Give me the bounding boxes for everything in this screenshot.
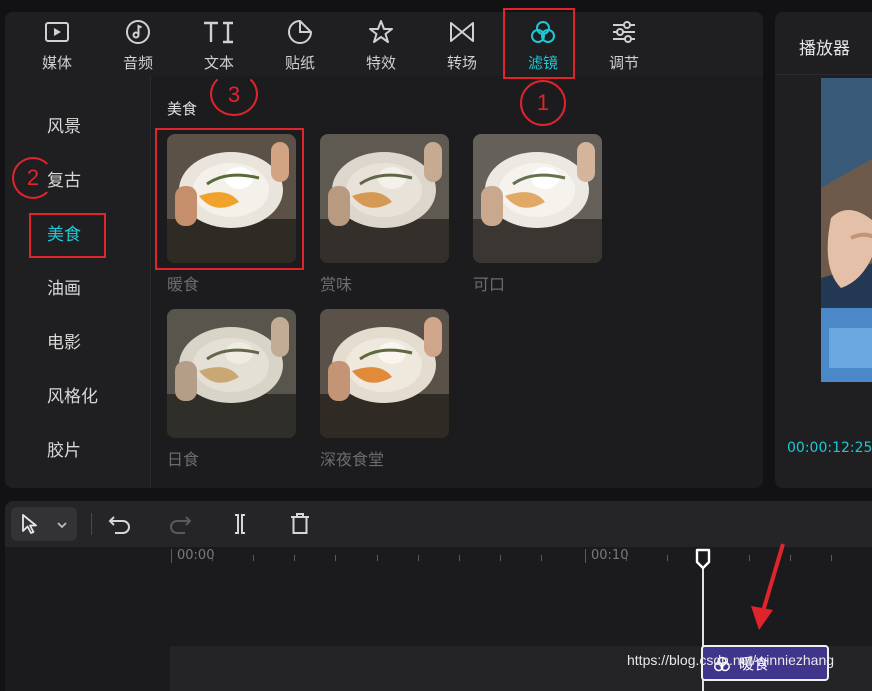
annotation-box-filter (155, 128, 304, 270)
audio-icon (124, 18, 152, 46)
filter-card[interactable]: 日食 (167, 309, 296, 470)
delete-icon[interactable] (285, 509, 315, 539)
tab-label: 特效 (365, 54, 396, 72)
effects-icon (367, 18, 395, 46)
filter-thumbnail (320, 309, 449, 438)
split-icon[interactable] (225, 509, 255, 539)
category-sidebar: 风景 复古 美食 油画 电影 风格化 胶片 (5, 76, 150, 488)
filter-card[interactable]: 深夜食堂 (320, 309, 449, 470)
player-panel: 播放器 00:00:12:25 (775, 12, 872, 488)
tab-media[interactable]: 媒体 (17, 12, 97, 76)
transition-icon (448, 18, 476, 46)
tab-label: 文本 (203, 54, 234, 72)
redo-icon[interactable] (165, 509, 195, 539)
adjust-icon (610, 18, 638, 46)
tab-sticker[interactable]: 贴纸 (260, 12, 340, 76)
filter-name: 暖食 (167, 275, 200, 294)
player-preview[interactable] (821, 78, 872, 382)
category-item[interactable]: 风景 (47, 112, 81, 137)
select-tool-dropdown[interactable] (11, 507, 77, 541)
undo-icon[interactable] (105, 509, 135, 539)
annotation-step-3: 3 (210, 72, 258, 116)
sticker-icon (286, 18, 314, 46)
player-divider (775, 74, 872, 75)
playhead-handle[interactable] (695, 548, 711, 570)
filter-thumbnail (320, 134, 449, 263)
category-item[interactable]: 电影 (47, 328, 81, 353)
tab-label: 音频 (122, 54, 153, 72)
filter-name: 赏味 (320, 275, 353, 294)
annotation-arrow-icon (745, 540, 795, 634)
media-icon (43, 18, 71, 46)
tab-effects[interactable]: 特效 (341, 12, 421, 76)
cursor-icon (19, 513, 41, 535)
tab-label: 转场 (446, 54, 477, 72)
annotation-step-2: 2 (12, 157, 54, 199)
timeline-toolbar (5, 501, 872, 547)
filter-name: 日食 (167, 450, 200, 469)
filter-card[interactable]: 赏味 (320, 134, 449, 295)
filter-thumbnail (167, 309, 296, 438)
tab-label: 媒体 (41, 54, 72, 72)
filter-name: 深夜食堂 (320, 450, 385, 469)
annotation-box-filter-tab (503, 8, 575, 79)
text-icon (204, 18, 233, 46)
annotation-step-1: 1 (520, 80, 566, 126)
annotation-box-category (29, 213, 106, 258)
watermark: https://blog.csdn.net/winniezhang (627, 652, 835, 668)
player-title: 播放器 (799, 39, 850, 59)
section-title: 美食 (167, 100, 198, 118)
tab-transition[interactable]: 转场 (422, 12, 502, 76)
tab-label: 调节 (608, 54, 639, 72)
category-item[interactable]: 风格化 (47, 382, 98, 407)
tab-adjust[interactable]: 调节 (584, 12, 664, 76)
timecode: 00:00:12:25 (787, 440, 872, 456)
ruler-label: 00:10 (591, 548, 629, 563)
timeline-ruler[interactable]: 00:00 00:10 (5, 547, 872, 571)
tool-panel: 媒体 音频 文本 贴纸 特效 转场 滤镜 调节 风景 复古 美食 油画 电影 风… (5, 12, 763, 488)
category-item[interactable]: 胶片 (47, 436, 81, 461)
filter-thumbnail (473, 134, 602, 263)
tab-bar: 媒体 音频 文本 贴纸 特效 转场 滤镜 调节 (5, 12, 763, 76)
toolbar-separator (91, 513, 92, 535)
tab-audio[interactable]: 音频 (98, 12, 178, 76)
filter-name: 可口 (473, 275, 506, 294)
filter-card[interactable]: 可口 (473, 134, 602, 295)
chevron-down-icon (55, 517, 69, 531)
tab-text[interactable]: 文本 (179, 12, 259, 76)
tab-label: 贴纸 (284, 54, 315, 72)
ruler-label: 00:00 (177, 548, 215, 563)
category-item[interactable]: 油画 (47, 274, 81, 299)
